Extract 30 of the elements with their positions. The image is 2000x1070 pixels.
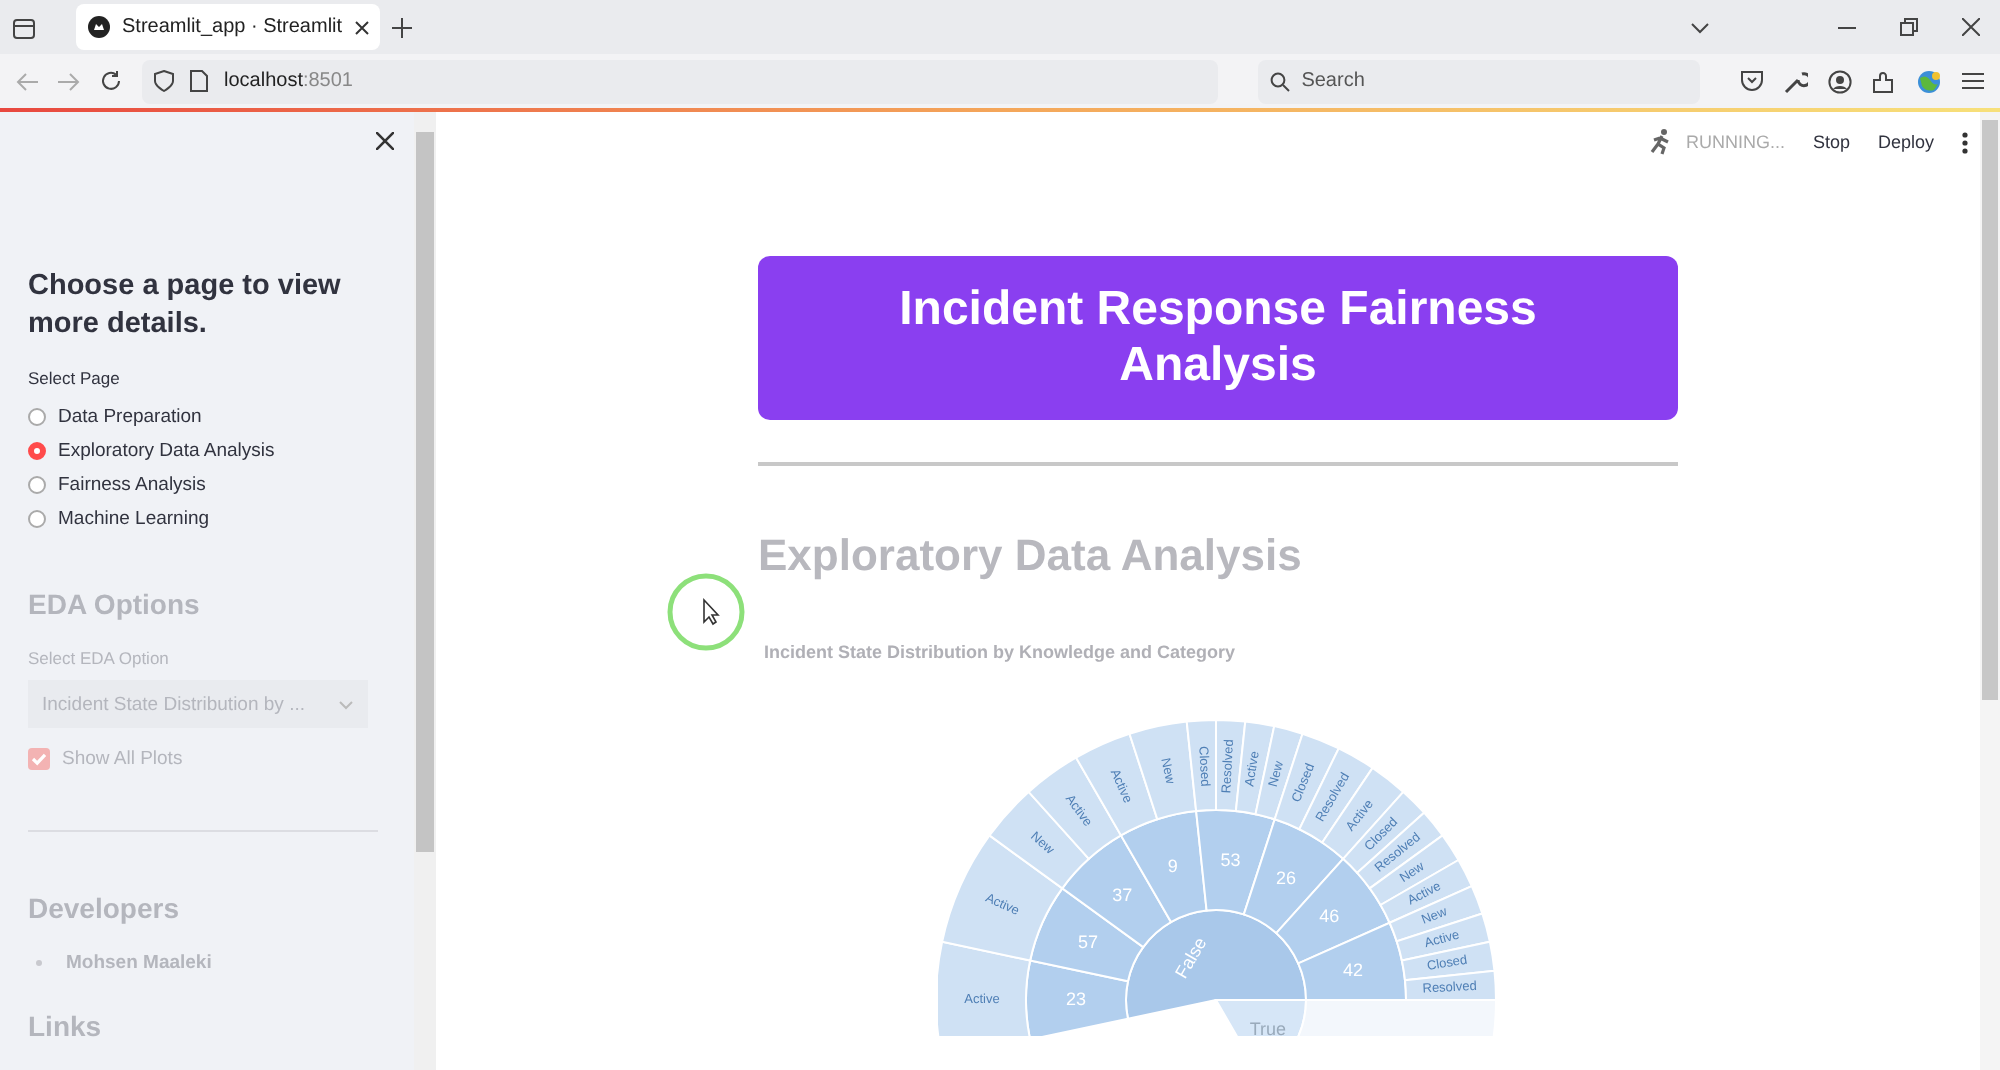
segment-label: True	[1249, 1018, 1287, 1036]
section-heading: EDA Options	[28, 588, 202, 620]
segment-value: 57	[1078, 931, 1099, 952]
deploy-button[interactable]: Deploy	[1877, 132, 1934, 152]
search-field[interactable]: Search	[1257, 59, 1700, 103]
segment-value: 9	[1167, 855, 1178, 876]
segment-value: 46	[1319, 906, 1340, 927]
section-heading: Links	[28, 1010, 104, 1042]
browser-tab[interactable]: Streamlit_app · Streamlit	[76, 4, 380, 50]
page-heading: Exploratory Data Analysis	[758, 530, 1304, 582]
checkbox-label: Show All Plots	[62, 748, 183, 770]
select-label: Select EDA Option	[28, 648, 171, 668]
stop-button[interactable]: Stop	[1812, 132, 1850, 152]
section-heading: Developers	[28, 892, 181, 924]
address-bar[interactable]: localhost:8501	[142, 59, 1218, 103]
segment-value: 53	[1220, 849, 1241, 870]
segment-value: 42	[1342, 959, 1363, 980]
radio-option[interactable]: Exploratory Data Analysis	[28, 434, 386, 468]
chart-title: Incident State Distribution by Knowledge and Category	[764, 642, 1238, 662]
segment-value: 23	[1066, 988, 1086, 1009]
segment-value: 37	[1112, 884, 1133, 905]
developer-name: Mohsen Maaleki	[66, 952, 212, 974]
status-text: RUNNING...	[1685, 132, 1785, 152]
radio-option[interactable]: Fairness Analysis	[28, 468, 386, 502]
radio-option[interactable]: Data Preparation	[28, 400, 386, 434]
radio-option[interactable]: Machine Learning	[28, 502, 386, 536]
title-banner: Incident Response Fairness Analysis	[758, 256, 1678, 420]
radio-group-label: Select Page	[28, 368, 122, 388]
segment-value: 26	[1276, 867, 1296, 888]
sidebar-heading: Choose a page to view more details.	[28, 268, 343, 344]
